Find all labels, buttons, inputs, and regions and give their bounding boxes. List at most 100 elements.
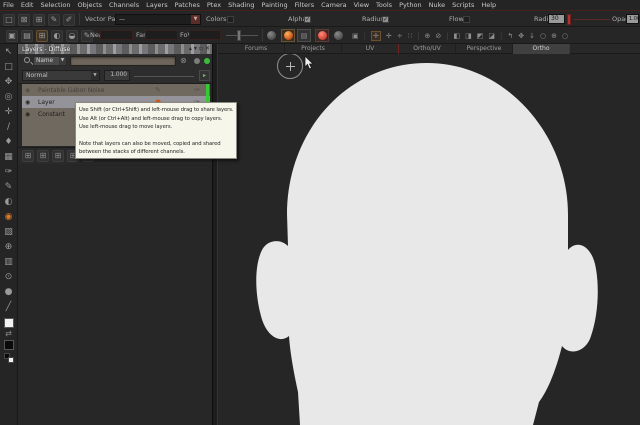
visibility-eye-icon[interactable]: ◉	[25, 87, 33, 94]
toolbar-icon[interactable]: ⊞	[33, 14, 45, 26]
foreground-color-swatch[interactable]	[4, 318, 14, 328]
canvas-viewport[interactable]	[218, 54, 640, 425]
tool-icon[interactable]: ✛	[2, 105, 16, 120]
tool-icon[interactable]: ╱	[2, 300, 16, 315]
menu-item[interactable]: View	[354, 1, 369, 9]
opacity-value-field[interactable]: 1.00	[626, 14, 639, 24]
visibility-eye-icon[interactable]: ◉	[25, 111, 33, 118]
menu-item[interactable]: Shading	[228, 1, 254, 9]
toolbar-icon[interactable]: ◒	[66, 30, 78, 42]
tool-icon[interactable]: ⊕	[2, 240, 16, 255]
menu-item[interactable]: Edit	[21, 1, 34, 9]
flat-lighting-icon[interactable]	[267, 31, 276, 42]
blend-mode-dropdown[interactable]: Normal ▼	[22, 70, 100, 81]
tool-icon[interactable]: ⊙	[2, 270, 16, 285]
tool-icon[interactable]: ✥	[2, 75, 16, 90]
layer-cache-icon[interactable]: ✑	[194, 86, 200, 94]
basic-lighting-button[interactable]	[281, 29, 295, 42]
menu-item[interactable]: Tools	[376, 1, 392, 9]
toolbar-icon[interactable]: |	[417, 32, 419, 40]
fov-slider-handle[interactable]	[237, 30, 241, 41]
canvas-tab[interactable]: Perspective	[456, 44, 513, 54]
tool-icon[interactable]: □	[2, 60, 16, 75]
radius-slider-handle[interactable]	[567, 14, 571, 25]
clear-filter-icon[interactable]: ⊗	[180, 56, 187, 66]
menu-item[interactable]: Help	[481, 1, 496, 9]
canvas-tab[interactable]: Ortho/UV	[399, 44, 456, 54]
toolbar-icon[interactable]: ∷	[408, 32, 412, 40]
full-lighting-button[interactable]: ▤	[297, 29, 311, 42]
toolbar-icon[interactable]: ✥	[518, 32, 524, 40]
panel-window-icon[interactable]: ▴	[189, 44, 192, 54]
fov-field[interactable]	[189, 30, 221, 40]
layer-filter-input[interactable]	[70, 56, 176, 66]
menu-item[interactable]: Filters	[295, 1, 314, 9]
flow-checkbox[interactable]	[463, 16, 470, 23]
tool-icon[interactable]: ●	[2, 285, 16, 300]
canvas-tab[interactable]: Ortho	[513, 44, 570, 54]
layer-row[interactable]: ◉ Paintable Gabor Noise ✎ ✑	[22, 84, 210, 96]
menu-item[interactable]: Objects	[77, 1, 102, 9]
toolbar-icon[interactable]: ◨	[465, 32, 472, 40]
layer-action-button[interactable]: ⊞	[37, 150, 49, 162]
toolbar-icon[interactable]: ▣	[352, 32, 359, 40]
tool-icon[interactable]: ◉	[2, 210, 16, 225]
toolbar-icon[interactable]: ⊕	[424, 32, 430, 40]
tool-icon[interactable]: ✎	[2, 180, 16, 195]
toolbar-icon[interactable]: ↓	[529, 32, 535, 40]
swap-colors-icon[interactable]: ⇄	[5, 328, 12, 340]
brush-preset-dropdown[interactable]: — ▼	[115, 14, 201, 25]
toolbar-icon[interactable]: ◧	[454, 32, 461, 40]
tool-icon[interactable]: ✑	[2, 165, 16, 180]
toolbar-icon[interactable]: ○	[540, 32, 546, 40]
toolbar-icon[interactable]: ↰	[507, 32, 513, 40]
tool-icon[interactable]: ▨	[2, 225, 16, 240]
tool-icon[interactable]: ▦	[2, 150, 16, 165]
menu-item[interactable]: File	[3, 1, 14, 9]
radius-checkbox[interactable]	[382, 16, 389, 23]
toolbar-icon[interactable]: ⊠	[18, 14, 30, 26]
tool-icon[interactable]: ↖	[2, 45, 16, 60]
toolbar-icon[interactable]: ○	[562, 32, 568, 40]
visibility-eye-icon[interactable]: ◉	[25, 99, 33, 106]
toolbar-icon[interactable]: ✐	[63, 14, 75, 26]
background-color-swatch[interactable]	[4, 340, 14, 350]
filter-mode-dropdown[interactable]: Name ▼	[33, 56, 67, 66]
layer-opacity-field[interactable]: 1.000	[104, 70, 130, 81]
canvas-tab[interactable]: UV	[342, 44, 399, 54]
menu-item[interactable]: Ptex	[207, 1, 221, 9]
menu-item[interactable]: Python	[399, 1, 422, 9]
tool-icon[interactable]: ◎	[2, 90, 16, 105]
toolbar-icon[interactable]: ✎	[48, 14, 60, 26]
cache-toggle-button[interactable]: ▸	[199, 70, 210, 81]
menu-item[interactable]: Layers	[146, 1, 168, 9]
tool-icon[interactable]: ◐	[2, 195, 16, 210]
menu-item[interactable]: Patches	[175, 1, 200, 9]
toolbar-icon[interactable]: |	[364, 32, 366, 40]
toolbar-icon[interactable]: ⊕	[551, 32, 557, 40]
panel-window-icon[interactable]: ▫	[199, 44, 203, 54]
toolbar-icon[interactable]: ✛	[371, 31, 381, 41]
toolbar-icon[interactable]: ÷	[397, 32, 403, 40]
layer-action-button[interactable]: ⊞	[22, 150, 34, 162]
toolbar-icon[interactable]: ▣	[6, 30, 18, 42]
menu-item[interactable]: Scripts	[452, 1, 474, 9]
layers-panel-titlebar[interactable]: Layers - Diffuse ▴▾▫✕	[18, 44, 212, 54]
toolbar-icon[interactable]: ✛	[386, 32, 392, 40]
near-field[interactable]	[100, 30, 133, 40]
far-field[interactable]	[145, 30, 178, 40]
toolbar-icon[interactable]: |	[446, 32, 448, 40]
panel-window-icon[interactable]: ▾	[194, 44, 197, 54]
layer-opacity-slider[interactable]	[134, 76, 194, 77]
tool-icon[interactable]: ∕	[2, 120, 16, 135]
toolbar-icon[interactable]: ▤	[21, 30, 33, 42]
reset-colors-icon[interactable]	[4, 353, 14, 363]
radius-slider-groove[interactable]	[574, 19, 610, 20]
menu-item[interactable]: Camera	[321, 1, 347, 9]
toolbar-icon[interactable]: ◪	[488, 32, 495, 40]
green-indicator-dot[interactable]	[204, 58, 210, 64]
canvas-tab[interactable]: Forums	[228, 44, 285, 54]
gray-target-icon[interactable]	[334, 31, 343, 42]
canvas-tab[interactable]: Projects	[285, 44, 342, 54]
gray-indicator-dot[interactable]	[194, 58, 200, 64]
